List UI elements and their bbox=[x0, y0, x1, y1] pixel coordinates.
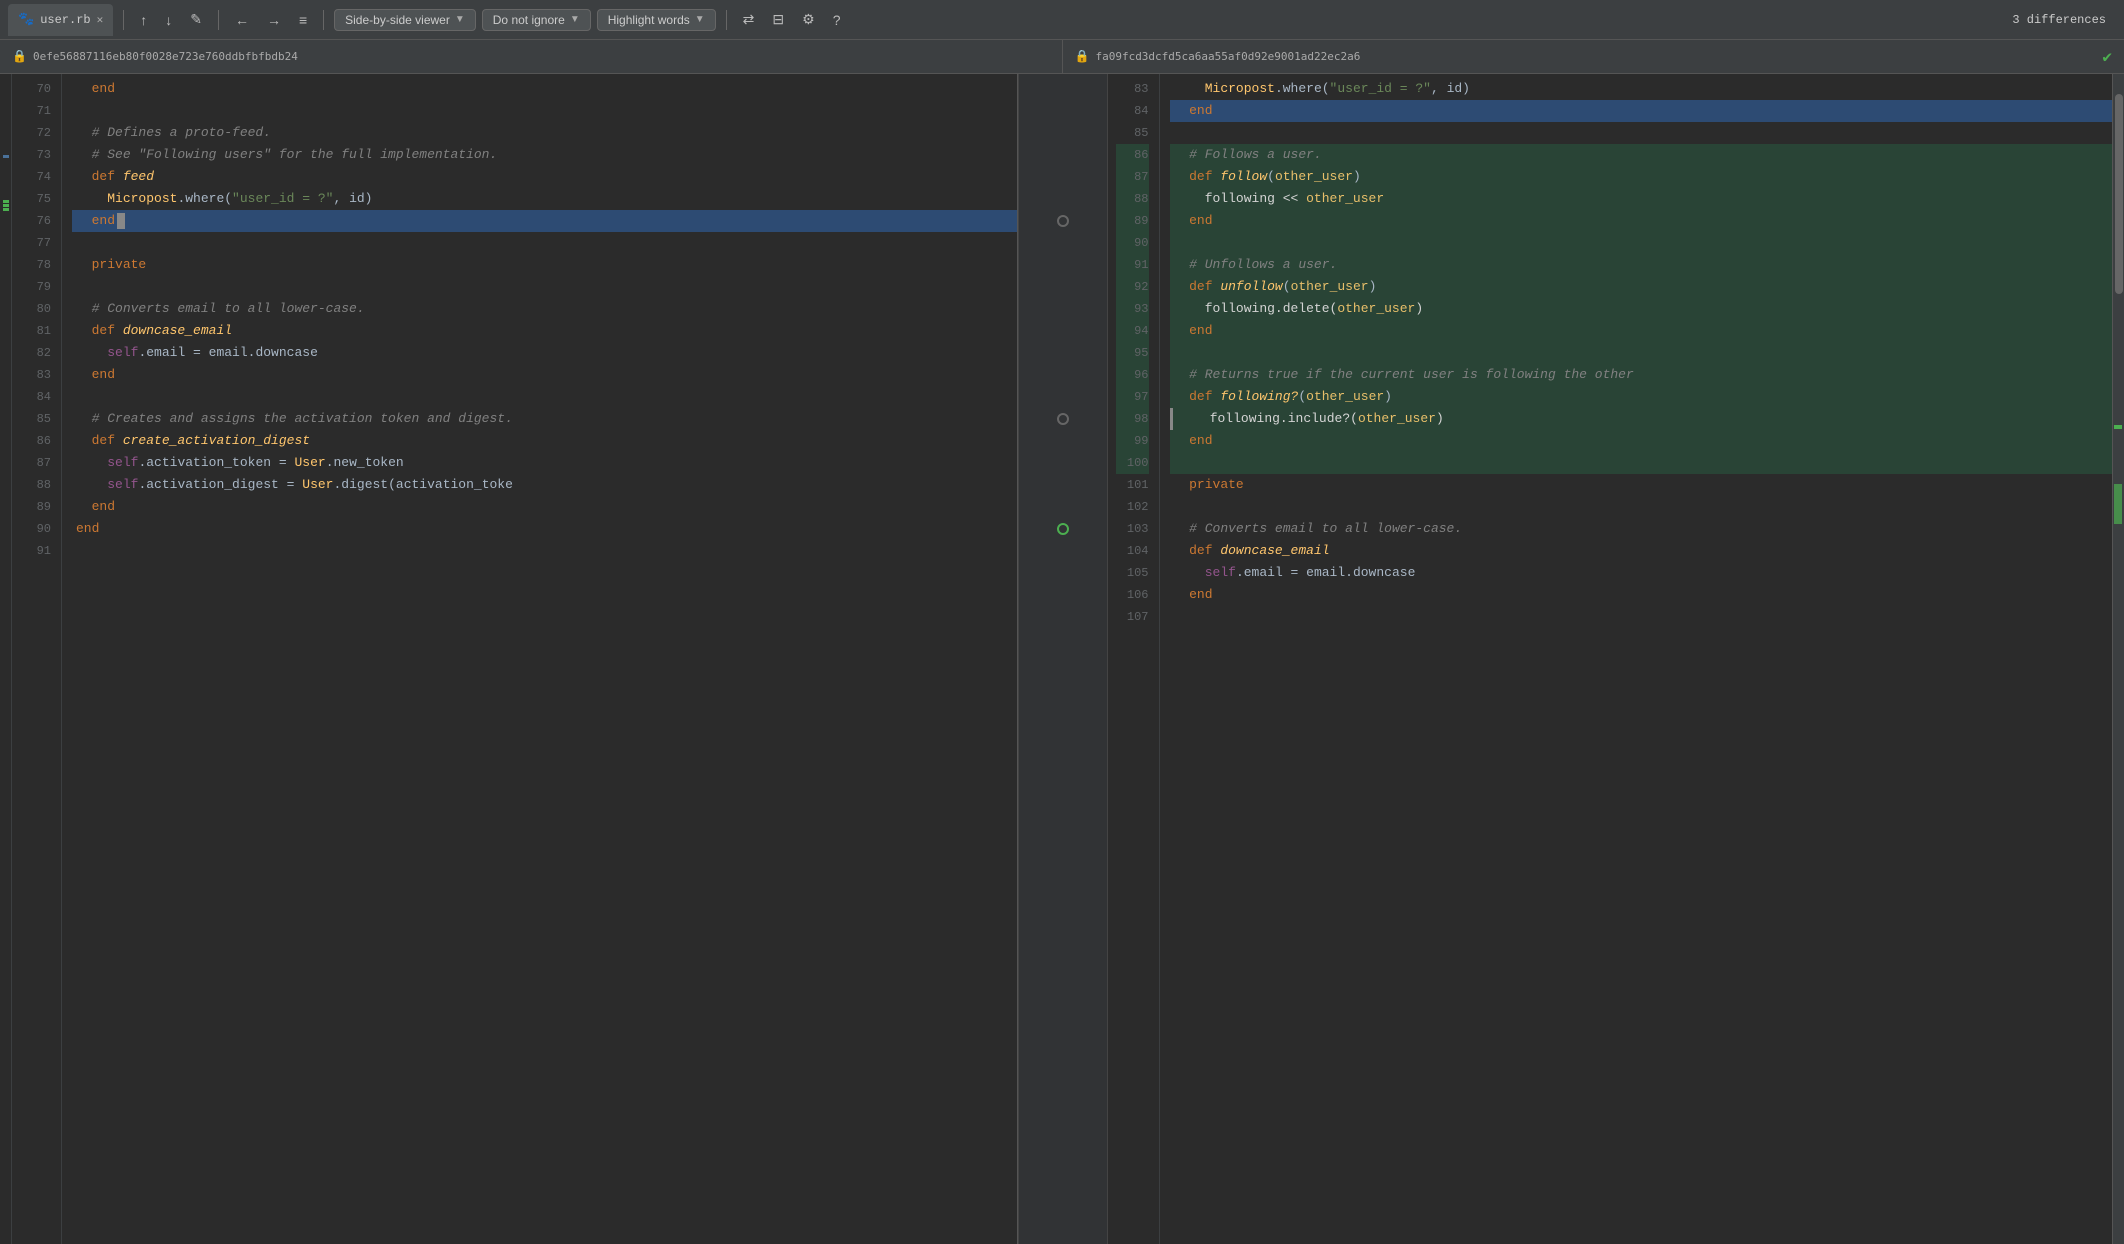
left-file-header: 🔒 0efe56887116eb80f0028e723e760ddbfbfbdb… bbox=[0, 40, 1063, 73]
right-line-101: private bbox=[1170, 474, 2113, 496]
file-header-bar: 🔒 0efe56887116eb80f0028e723e760ddbfbfbdb… bbox=[0, 40, 2124, 74]
right-line-83: Micropost.where("user_id = ?", id) bbox=[1170, 78, 2113, 100]
viewer-dropdown-arrow: ▼ bbox=[455, 14, 465, 25]
columns-button[interactable]: ⊟ bbox=[766, 8, 790, 31]
right-line-103: # Converts email to all lower-case. bbox=[1170, 518, 2113, 540]
toolbar-separator-3 bbox=[323, 10, 324, 30]
left-line-91 bbox=[72, 540, 1017, 562]
right-line-99: end bbox=[1170, 430, 2113, 452]
left-line-87: self.activation_token = User.new_token bbox=[72, 452, 1017, 474]
right-line-102 bbox=[1170, 496, 2113, 518]
left-line-83: end bbox=[72, 364, 1017, 386]
left-line-73: # See "Following users" for the full imp… bbox=[72, 144, 1017, 166]
right-line-90 bbox=[1170, 232, 2113, 254]
right-commit-hash: fa09fcd3dcfd5ca6aa55af0d92e9001ad22ec2a6 bbox=[1095, 50, 1360, 63]
right-line-96: # Returns true if the current user is fo… bbox=[1170, 364, 2113, 386]
right-line-85 bbox=[1170, 122, 2113, 144]
viewer-label: Side-by-side viewer bbox=[345, 13, 450, 27]
file-tab[interactable]: 🐾 user.rb ✕ bbox=[8, 4, 113, 36]
edit-button[interactable]: ✎ bbox=[184, 8, 208, 31]
diff-container: 70 71 72 73 74 75 76 77 78 79 80 81 82 8… bbox=[0, 74, 2124, 1244]
left-line-79 bbox=[72, 276, 1017, 298]
right-diff-panel: 83 84 85 86 87 88 89 90 91 92 93 94 95 9… bbox=[1108, 74, 2113, 1244]
tab-close-button[interactable]: ✕ bbox=[97, 13, 104, 27]
right-line-89: end bbox=[1170, 210, 2113, 232]
ignore-dropdown-arrow: ▼ bbox=[570, 14, 580, 25]
right-line-numbers: 83 84 85 86 87 88 89 90 91 92 93 94 95 9… bbox=[1108, 74, 1160, 1244]
diff-count: 3 differences bbox=[2012, 13, 2116, 27]
left-line-numbers: 70 71 72 73 74 75 76 77 78 79 80 81 82 8… bbox=[12, 74, 62, 1244]
left-line-76: end bbox=[72, 210, 1017, 232]
left-line-85: # Creates and assigns the activation tok… bbox=[72, 408, 1017, 430]
right-line-88: following << other_user bbox=[1170, 188, 2113, 210]
left-line-88: self.activation_digest = User.digest(act… bbox=[72, 474, 1017, 496]
right-line-97: def following?(other_user) bbox=[1170, 386, 2113, 408]
right-scrollbar[interactable] bbox=[2112, 74, 2124, 1244]
toolbar-separator-4 bbox=[726, 10, 727, 30]
back-button[interactable]: ← bbox=[229, 9, 255, 31]
left-code-content: end # Defines a proto-feed. # See "Follo… bbox=[62, 74, 1017, 1244]
right-line-95 bbox=[1170, 342, 2113, 364]
right-check-icon: ✔ bbox=[2102, 47, 2112, 67]
left-line-71 bbox=[72, 100, 1017, 122]
help-button[interactable]: ? bbox=[827, 9, 847, 31]
right-line-91: # Unfollows a user. bbox=[1170, 254, 2113, 276]
left-line-84 bbox=[72, 386, 1017, 408]
right-line-105: self.email = email.downcase bbox=[1170, 562, 2113, 584]
left-line-89: end bbox=[72, 496, 1017, 518]
right-line-107 bbox=[1170, 606, 2113, 628]
left-line-70: end bbox=[72, 78, 1017, 100]
left-scroll-indicator[interactable] bbox=[0, 74, 12, 1244]
toolbar: 🐾 user.rb ✕ ↑ ↓ ✎ ← → ≡ Side-by-side vie… bbox=[0, 0, 2124, 40]
left-line-78: private bbox=[72, 254, 1017, 276]
gutter-diff-marker-1 bbox=[1019, 210, 1107, 232]
left-line-72: # Defines a proto-feed. bbox=[72, 122, 1017, 144]
file-icon: 🐾 bbox=[18, 12, 34, 27]
right-line-104: def downcase_email bbox=[1170, 540, 2113, 562]
right-line-84: end bbox=[1170, 100, 2113, 122]
right-line-92: def unfollow(other_user) bbox=[1170, 276, 2113, 298]
gutter-diff-marker-2 bbox=[1019, 408, 1107, 430]
left-lock-icon: 🔒 bbox=[12, 49, 27, 64]
right-line-93: following.delete(other_user) bbox=[1170, 298, 2113, 320]
left-line-90: end bbox=[72, 518, 1017, 540]
gutter-diff-marker-3 bbox=[1019, 518, 1107, 540]
left-line-80: # Converts email to all lower-case. bbox=[72, 298, 1017, 320]
left-line-74: def feed bbox=[72, 166, 1017, 188]
ignore-dropdown[interactable]: Do not ignore ▼ bbox=[482, 9, 591, 31]
right-line-86: # Follows a user. bbox=[1170, 144, 2113, 166]
right-file-header: 🔒 fa09fcd3dcfd5ca6aa55af0d92e9001ad22ec2… bbox=[1063, 40, 2124, 73]
right-line-98: following.include?(other_user) bbox=[1170, 408, 2113, 430]
right-line-106: end bbox=[1170, 584, 2113, 606]
highlight-dropdown-arrow: ▼ bbox=[695, 14, 705, 25]
config-button[interactable]: ⇄ bbox=[737, 8, 761, 31]
left-line-77 bbox=[72, 232, 1017, 254]
left-line-86: def create_activation_digest bbox=[72, 430, 1017, 452]
right-line-100 bbox=[1170, 452, 2113, 474]
right-lock-icon: 🔒 bbox=[1075, 49, 1090, 64]
highlight-dropdown[interactable]: Highlight words ▼ bbox=[597, 9, 716, 31]
toolbar-separator-2 bbox=[218, 10, 219, 30]
highlight-label: Highlight words bbox=[608, 13, 690, 27]
left-line-75: Micropost.where("user_id = ?", id) bbox=[72, 188, 1017, 210]
scrollbar-thumb[interactable] bbox=[2115, 94, 2123, 294]
left-line-82: self.email = email.downcase bbox=[72, 342, 1017, 364]
ignore-label: Do not ignore bbox=[493, 13, 565, 27]
right-line-87: def follow(other_user) bbox=[1170, 166, 2113, 188]
settings-button[interactable]: ⚙ bbox=[796, 8, 821, 31]
left-line-81: def downcase_email bbox=[72, 320, 1017, 342]
tab-filename: user.rb bbox=[40, 13, 90, 27]
navigate-down-button[interactable]: ↓ bbox=[159, 9, 178, 31]
navigate-up-button[interactable]: ↑ bbox=[134, 9, 153, 31]
forward-button[interactable]: → bbox=[261, 9, 287, 31]
right-code-content: Micropost.where("user_id = ?", id) end #… bbox=[1160, 74, 2113, 1244]
left-diff-panel: 70 71 72 73 74 75 76 77 78 79 80 81 82 8… bbox=[12, 74, 1018, 1244]
list-button[interactable]: ≡ bbox=[293, 9, 313, 31]
right-line-94: end bbox=[1170, 320, 2113, 342]
left-commit-hash: 0efe56887116eb80f0028e723e760ddbfbfbdb24 bbox=[33, 50, 298, 63]
toolbar-separator-1 bbox=[123, 10, 124, 30]
viewer-dropdown[interactable]: Side-by-side viewer ▼ bbox=[334, 9, 476, 31]
diff-gutter bbox=[1018, 74, 1108, 1244]
